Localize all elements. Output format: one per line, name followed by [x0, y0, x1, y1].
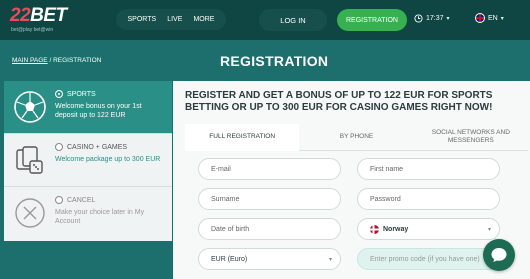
currency-text: EUR (Euro) [211, 255, 248, 263]
bonus-title-text: CANCEL [67, 196, 96, 204]
chat-button[interactable] [483, 239, 515, 271]
chevron-down-icon: ▾ [487, 226, 491, 233]
logo-tagline: bet@play bet@win [11, 27, 54, 33]
language-selector[interactable]: EN ▾ [475, 13, 504, 23]
radio-button[interactable] [55, 143, 63, 151]
tab-by-phone[interactable]: BY PHONE [299, 124, 414, 151]
page-title: REGISTRATION [220, 53, 329, 69]
nav-sports[interactable]: SPORTS [128, 16, 157, 23]
nav-live[interactable]: LIVE [167, 16, 182, 23]
main-nav: SPORTS LIVE MORE [116, 9, 226, 30]
language-value: EN [488, 14, 498, 22]
email-field[interactable]: E-mail [198, 158, 341, 180]
country-select[interactable]: Norway ▾ [357, 218, 500, 240]
bonus-title-text: SPORTS [67, 90, 96, 98]
bonus-title: SPORTS [55, 90, 96, 98]
breadcrumb: MAIN PAGE / REGISTRATION [12, 57, 101, 64]
country-text: Norway [383, 225, 409, 233]
registration-tabs: FULL REGISTRATION BY PHONE SOCIAL NETWOR… [185, 124, 528, 151]
radio-button[interactable] [55, 90, 63, 98]
bonus-description: Make your choice later in My Account [55, 209, 145, 225]
time-value: 17:37 [426, 15, 444, 22]
country-value: Norway [370, 224, 409, 234]
registration-button[interactable]: REGISTRATION [337, 9, 407, 31]
bonus-title: CANCEL [55, 196, 95, 204]
breadcrumb-separator: / [49, 57, 52, 64]
logo-number: 22 [10, 5, 31, 26]
chat-bubble-icon [491, 248, 507, 262]
clock-icon [414, 14, 423, 23]
norway-flag-icon [370, 224, 379, 234]
bonus-title-text: CASINO + GAMES [67, 143, 128, 151]
bonus-option-sports[interactable]: SPORTS Welcome bonus on your 1st deposit… [4, 81, 172, 134]
promo-code-field[interactable]: Enter promo code (if you have one) [357, 248, 500, 270]
breadcrumb-home[interactable]: MAIN PAGE [12, 57, 48, 64]
surname-field[interactable]: Surname [198, 188, 341, 210]
registration-form: REGISTER AND GET A BONUS OF UP TO 122 EU… [173, 81, 530, 279]
breadcrumb-current: REGISTRATION [53, 57, 102, 64]
chevron-down-icon: ▾ [500, 15, 504, 22]
bonus-description: Welcome package up to 300 EUR [55, 156, 161, 163]
first-name-field[interactable]: First name [357, 158, 500, 180]
currency-select[interactable]: EUR (Euro) ▾ [198, 248, 341, 270]
bonus-option-casino[interactable]: CASINO + GAMES Welcome package up to 300… [4, 134, 172, 187]
bonus-title: CASINO + GAMES [55, 143, 127, 151]
login-button[interactable]: LOG IN [259, 9, 327, 31]
tab-social-networks[interactable]: SOCIAL NETWORKS AND MESSENGERS [413, 124, 528, 151]
bonus-description: Welcome bonus on your 1st deposit up to … [55, 103, 142, 119]
logo-wordmark: 22BET [10, 5, 67, 27]
tab-full-registration[interactable]: FULL REGISTRATION [185, 124, 300, 151]
time-display[interactable]: 17:37 ▾ [414, 14, 450, 23]
top-header: 22BET bet@play bet@win SPORTS LIVE MORE … [0, 0, 530, 40]
soccer-ball-icon [14, 91, 46, 123]
password-field[interactable]: Password [357, 188, 500, 210]
close-circle-icon [15, 198, 45, 228]
chevron-down-icon: ▾ [446, 16, 450, 22]
logo-text: BET [30, 5, 67, 26]
nav-more[interactable]: MORE [193, 16, 214, 23]
bonus-option-cancel[interactable]: CANCEL Make your choice later in My Acco… [4, 187, 172, 240]
bonus-selector: SPORTS Welcome bonus on your 1st deposit… [4, 81, 172, 241]
chevron-down-icon: ▾ [328, 256, 332, 263]
uk-flag-icon [475, 13, 485, 23]
radio-button[interactable] [55, 196, 63, 204]
dob-field[interactable]: Date of birth [198, 218, 341, 240]
logo[interactable]: 22BET bet@play bet@win [10, 5, 90, 37]
cards-dice-icon [16, 146, 43, 174]
promo-heading: REGISTER AND GET A BONUS OF UP TO 122 EU… [185, 90, 493, 113]
